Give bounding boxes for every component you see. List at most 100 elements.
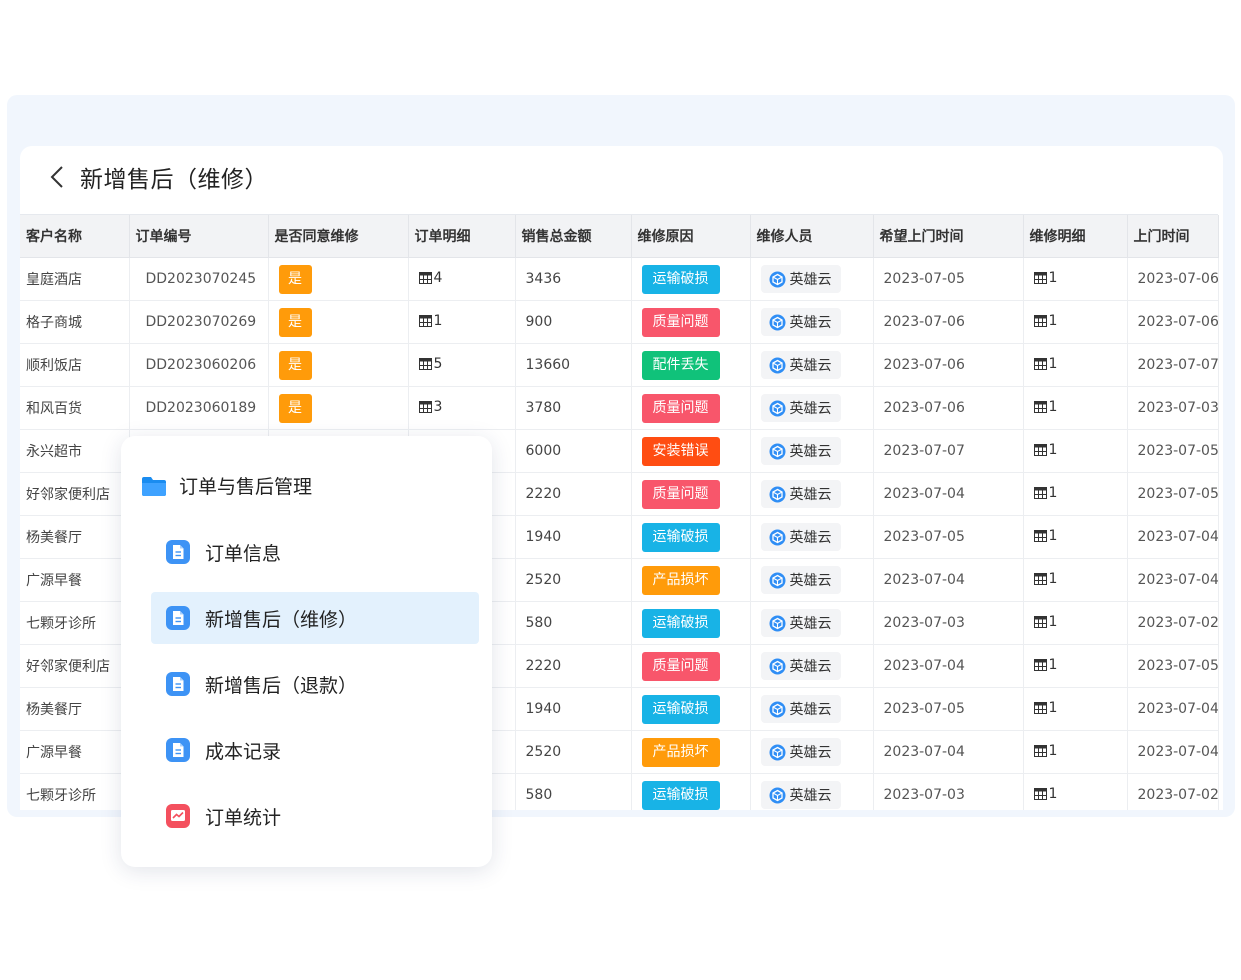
repair-detail-link[interactable]: 1: [1033, 442, 1057, 458]
menu-group-order-aftersales[interactable]: 订单与售后管理: [141, 472, 312, 499]
repair-detail-cell[interactable]: 1: [1023, 515, 1128, 559]
order-detail-link[interactable]: 5: [418, 356, 442, 372]
repair-detail-cell[interactable]: 1: [1023, 429, 1128, 473]
repair-detail-cell[interactable]: 1: [1023, 558, 1128, 602]
table-row[interactable]: 顺利饭店 DD2023060206 是 5 13660 配件丢失 英雄云 2023-07-06…: [20, 343, 1219, 387]
person-name: 英雄云: [789, 401, 832, 417]
customer-cell: 七颗牙诊所: [20, 601, 130, 645]
wish-date-cell: 2023-07-04: [873, 644, 1024, 688]
repair-detail-cell[interactable]: 1: [1023, 343, 1128, 387]
repair-detail-link[interactable]: 1: [1033, 571, 1057, 587]
table-row[interactable]: 皇庭酒店 DD2023070245 是 4 3436 运输破损 英雄云 2023-07-05 1…: [20, 257, 1219, 301]
cube-icon: [769, 615, 785, 631]
person-cell: 英雄云: [750, 386, 874, 430]
menu-item[interactable]: 订单统计: [151, 790, 479, 842]
repair-detail-cell[interactable]: 1: [1023, 386, 1128, 430]
order-detail-link[interactable]: 4: [418, 270, 443, 286]
person-tag[interactable]: 英雄云: [760, 265, 841, 293]
cube-icon: [769, 357, 785, 373]
menu-item[interactable]: 订单信息: [151, 526, 479, 578]
order-detail-cell[interactable]: 3: [408, 386, 516, 430]
person-tag[interactable]: 英雄云: [760, 480, 841, 508]
reason-cell: 运输破损: [631, 687, 751, 731]
agree-tag: 是: [278, 393, 312, 423]
person-tag[interactable]: 英雄云: [760, 695, 841, 723]
column-header[interactable]: 订单明细: [408, 215, 516, 258]
person-tag[interactable]: 英雄云: [760, 308, 841, 336]
repair-detail-link[interactable]: 1: [1033, 270, 1057, 286]
total-cell: 2220: [515, 472, 632, 516]
repair-detail-cell[interactable]: 1: [1023, 257, 1128, 301]
repair-detail-cell[interactable]: 1: [1023, 300, 1128, 344]
order-detail-cell[interactable]: 1: [408, 300, 516, 344]
repair-detail-count: 1: [1048, 399, 1058, 415]
total-cell: 1940: [515, 687, 632, 731]
person-tag[interactable]: 英雄云: [760, 609, 841, 637]
table-icon: [1033, 573, 1047, 585]
total-cell: 6000: [515, 429, 632, 473]
order-detail-count: 4: [433, 270, 443, 286]
reason-cell: 安装错误: [631, 429, 751, 473]
repair-detail-cell[interactable]: 1: [1023, 773, 1128, 810]
reason-cell: 配件丢失: [631, 343, 751, 387]
person-cell: 英雄云: [750, 558, 874, 602]
back-button[interactable]: [44, 164, 70, 190]
total-cell: 13660: [515, 343, 632, 387]
repair-detail-link[interactable]: 1: [1033, 528, 1057, 544]
table-icon: [1033, 272, 1047, 284]
repair-detail-link[interactable]: 1: [1033, 657, 1057, 673]
column-header[interactable]: 销售总金额: [515, 215, 632, 258]
repair-detail-link[interactable]: 1: [1033, 399, 1058, 415]
person-tag[interactable]: 英雄云: [760, 394, 841, 422]
person-tag[interactable]: 英雄云: [760, 351, 841, 379]
person-tag[interactable]: 英雄云: [760, 523, 841, 551]
visit-date-cell: 2023-07-02: [1127, 773, 1219, 810]
order-detail-cell[interactable]: 5: [408, 343, 516, 387]
column-header[interactable]: 客户名称: [20, 215, 130, 258]
column-header[interactable]: 维修人员: [750, 215, 874, 258]
menu-group-label: 订单与售后管理: [179, 476, 313, 498]
menu-item[interactable]: 成本记录: [151, 724, 479, 776]
menu-item[interactable]: 新增售后（维修）: [151, 592, 479, 644]
customer-cell: 皇庭酒店: [20, 257, 130, 301]
table-icon: [1033, 702, 1047, 714]
person-tag[interactable]: 英雄云: [760, 437, 841, 465]
repair-detail-cell[interactable]: 1: [1023, 601, 1128, 645]
column-header[interactable]: 希望上门时间: [873, 215, 1024, 258]
repair-detail-link[interactable]: 1: [1033, 313, 1057, 329]
repair-detail-cell[interactable]: 1: [1023, 472, 1128, 516]
repair-detail-link[interactable]: 1: [1033, 485, 1057, 501]
repair-detail-link[interactable]: 1: [1033, 743, 1058, 759]
person-name: 英雄云: [789, 358, 832, 374]
person-tag[interactable]: 英雄云: [760, 566, 841, 594]
repair-detail-cell[interactable]: 1: [1023, 687, 1128, 731]
cube-icon: [769, 271, 785, 287]
column-header[interactable]: 上门时间: [1127, 215, 1219, 258]
table-row[interactable]: 和风百货 DD2023060189 是 3 3780 质量问题 英雄云 2023-07-06 1…: [20, 386, 1219, 430]
table-row[interactable]: 格子商城 DD2023070269 是 1 900 质量问题 英雄云 2023-07-06 1 2…: [20, 300, 1219, 344]
repair-detail-cell[interactable]: 1: [1023, 644, 1128, 688]
column-header[interactable]: 维修原因: [631, 215, 751, 258]
cube-icon: [769, 529, 785, 545]
person-tag[interactable]: 英雄云: [760, 781, 841, 809]
repair-detail-link[interactable]: 1: [1033, 356, 1057, 372]
person-name: 英雄云: [789, 745, 832, 761]
order-detail-cell[interactable]: 4: [408, 257, 516, 301]
customer-cell: 杨美餐厅: [20, 515, 130, 559]
repair-detail-link[interactable]: 1: [1033, 700, 1057, 716]
repair-detail-link[interactable]: 1: [1033, 786, 1057, 802]
column-header[interactable]: 维修明细: [1023, 215, 1128, 258]
cube-icon: [769, 787, 785, 803]
order-detail-link[interactable]: 1: [418, 313, 442, 329]
repair-detail-cell[interactable]: 1: [1023, 730, 1128, 774]
person-tag[interactable]: 英雄云: [760, 738, 841, 766]
column-header[interactable]: 订单编号: [129, 215, 269, 258]
menu-item-label: 新增售后（维修）: [205, 608, 358, 631]
cube-icon: [769, 658, 785, 674]
order-detail-link[interactable]: 3: [418, 399, 442, 415]
menu-item[interactable]: 新增售后（退款）: [151, 658, 479, 710]
column-header[interactable]: 是否同意维修: [268, 215, 409, 258]
person-tag[interactable]: 英雄云: [760, 652, 841, 680]
repair-detail-count: 1: [1048, 743, 1058, 759]
repair-detail-link[interactable]: 1: [1033, 614, 1057, 630]
